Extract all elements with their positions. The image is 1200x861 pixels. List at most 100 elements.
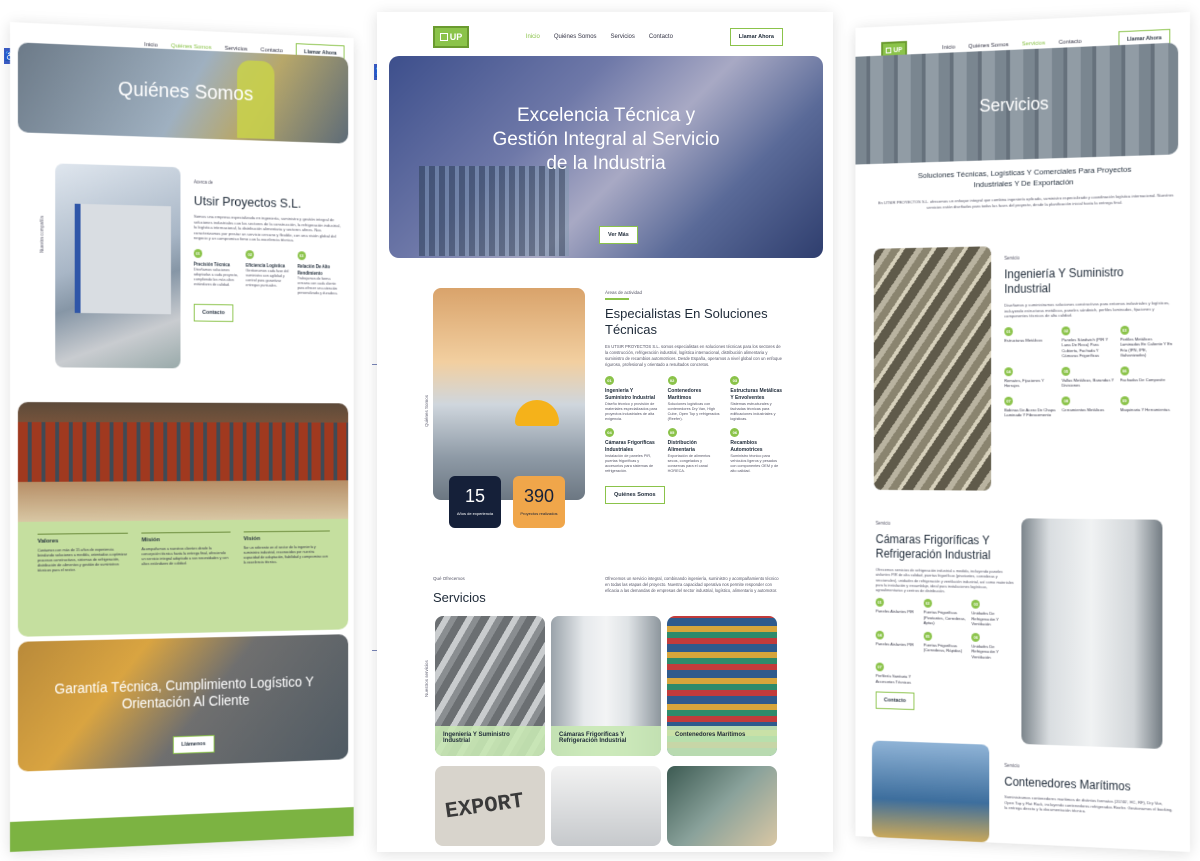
value-text: Ser un referente en el sector de la inge…	[243, 545, 329, 566]
item-label: Puertas Frigoríficas (Pivotantes, Corred…	[923, 610, 967, 627]
service-text: Instalación de paneles PIR, puertas frig…	[605, 454, 658, 474]
service-list-item: 06 Fachadas De Composite	[1120, 366, 1173, 388]
service-list-item: 04 Paneles Aislantes PIR	[876, 631, 919, 659]
service-list-item: 08 Cerramientos Metálicos	[1062, 396, 1114, 418]
item-number: 06	[1120, 366, 1129, 375]
stat-projects: 390 Proyectos realizados	[513, 476, 565, 528]
feature-item: 01 Precisión Técnica Diseñamos soluciones …	[194, 249, 240, 295]
profiles-photo	[874, 246, 991, 490]
item-label: Maquinaria Y Herramientas	[1120, 407, 1173, 413]
service-title: Cámaras Frigoríficas Industriales	[605, 440, 658, 454]
service-list-item: 06 Unidades De Refrigeración Y Ventilació…	[972, 633, 1016, 661]
about-text: Somos una empresa especializada en ingen…	[194, 214, 343, 244]
item-number: 09	[1120, 396, 1129, 405]
hero-title: Quiénes Somos	[18, 74, 348, 110]
specialists-section: Áreas de actividad Especialistas En Solu…	[605, 290, 783, 504]
service-list-item: 01 Estructuras Metálicas	[1004, 326, 1056, 359]
hero-more-button[interactable]: Ver Más	[599, 226, 638, 244]
item-number: 06	[972, 633, 980, 642]
service-card[interactable]	[551, 766, 661, 846]
item-number: 02	[1062, 326, 1071, 335]
call-us-button[interactable]: Llámenos	[173, 735, 214, 754]
logo-icon	[440, 33, 448, 41]
item-label: Unidades De Refrigeración Y Ventilación	[972, 611, 1016, 628]
service-card[interactable]: EXPORT	[435, 766, 545, 846]
vertical-label: Nuestros servicios	[424, 660, 429, 697]
service-card[interactable]: Contenedores Marítimos	[667, 616, 777, 756]
item-label: Estructuras Metálicas	[1004, 337, 1056, 343]
stat-projects-label: Proyectos realizados	[513, 511, 565, 516]
service-items: 01 Paneles Aislantes PIR 02 Puertas Frigorí…	[876, 598, 1016, 688]
nav-quienes[interactable]: Quiénes Somos	[554, 34, 597, 40]
item-number: 03	[972, 600, 980, 609]
item-number: 04	[1004, 367, 1013, 376]
feature-number: 02	[246, 250, 254, 259]
bottom-banner: Garantía Técnica, Cumplimiento Logístico…	[18, 634, 348, 772]
item-number: 07	[1004, 396, 1013, 405]
item-label: Paneles Sándwich (PIR Y Lana De Roca) Pa…	[1062, 336, 1114, 358]
service-item: 02 Contenedores Marítimos Soluciones logís…	[668, 376, 721, 422]
stat-years-label: Años de experiencia	[449, 511, 501, 516]
value-text: Acompañamos a nuestros clientes desde la…	[142, 546, 231, 567]
nav-contacto[interactable]: Contacto	[649, 34, 673, 40]
value-text: Contamos con más de 15 años de experienc…	[38, 548, 129, 574]
hero-banner: Servicios	[855, 43, 1178, 165]
page-inicio: UP Inicio Quiénes Somos Servicios Contac…	[377, 12, 833, 852]
logo[interactable]: UP	[433, 26, 469, 48]
logo-text: UP	[450, 32, 463, 42]
feature-title: Relación De Alto Rendimiento	[297, 262, 342, 276]
service-tag: Servicio	[1004, 252, 1173, 261]
hardhat-icon	[515, 400, 559, 426]
service-text: Ofrecemos servicios de refrigeración ind…	[876, 567, 1016, 595]
page-quienes-somos: Inicio Quiénes Somos Servicios Contacto …	[10, 22, 354, 852]
nav-quienes[interactable]: Quiénes Somos	[968, 42, 1008, 50]
service-item: 03 Estructuras Metálicas Y Envolventes Sis…	[730, 376, 783, 422]
nav-inicio[interactable]: Inicio	[526, 34, 540, 40]
service-card[interactable]: Ingeniería Y Suministro Industrial	[435, 616, 545, 756]
nav-servicios[interactable]: Servicios	[611, 34, 635, 40]
value-column: Valores Contamos con más de 15 años de ex…	[38, 533, 129, 625]
service-list-item: 02 Paneles Sándwich (PIR Y Lana De Roca) …	[1062, 325, 1114, 358]
item-number: 03	[1120, 325, 1129, 334]
hero-banner: Quiénes Somos	[18, 42, 348, 143]
service-card[interactable]: Cámaras Frigoríficas Y Refrigeración Ind…	[551, 616, 661, 756]
feature-text: Trabajamos de forma cercana con cada cli…	[297, 276, 342, 296]
service-title: Recambios Automotrices	[730, 440, 783, 454]
value-title: Misión	[142, 532, 231, 544]
service-text: Suministramos contenedores marítimos de …	[1004, 794, 1173, 818]
service-card[interactable]	[667, 766, 777, 846]
logo-icon	[886, 47, 892, 53]
cranes-photo	[872, 740, 989, 842]
about-section: Acerca de Utsir Proyectos S.L. Somos una…	[194, 179, 343, 322]
value-title: Valores	[38, 533, 129, 545]
nav-contacto[interactable]: Contacto	[1059, 39, 1082, 46]
call-button[interactable]: Llamar Ahora	[730, 28, 783, 46]
nav-servicios[interactable]: Servicios	[1022, 41, 1045, 48]
service-text: Diseño técnico y provisión de materiales…	[605, 402, 658, 422]
feature-number: 01	[194, 249, 203, 258]
service-list-item: 03 Unidades De Refrigeración Y Ventilació…	[972, 600, 1016, 628]
service-title: Contenedores Marítimos	[668, 388, 721, 402]
contact-button[interactable]: Contacto	[876, 692, 915, 711]
service-title: Ingeniería Y Suministro Industrial	[605, 388, 658, 402]
service-list-item: 05 Vallas Metálicas, Barandas Y Divisione…	[1062, 366, 1114, 388]
feature-text: Gestionamos cada fase del suministro con…	[246, 268, 292, 288]
item-label: Paneles Aislantes PIR	[876, 609, 919, 615]
service-list-item: 07 Perfilería Sanitaria Y Accesorios Técn…	[876, 663, 919, 685]
service-card-label: Contenedores Marítimos	[675, 732, 745, 738]
service-text: Suministro técnico para vehículos ligero…	[730, 454, 783, 474]
contact-button[interactable]: Contacto	[194, 303, 233, 321]
item-label: Paneles Aislantes PIR	[876, 641, 919, 647]
bottom-title: Garantía Técnica, Cumplimiento Logístico…	[18, 673, 348, 716]
about-button[interactable]: Quiénes Somos	[605, 486, 665, 504]
nav-inicio[interactable]: Inicio	[942, 45, 955, 51]
service-list-item: 03 Perfiles Metálicos Laminados En Calien…	[1120, 325, 1173, 358]
item-label: Perfiles Metálicos Laminados En Caliente…	[1120, 336, 1173, 358]
service-title: Contenedores Marítimos	[1004, 775, 1173, 796]
stat-years-value: 15	[449, 486, 501, 507]
service-list-item: 09 Maquinaria Y Herramientas	[1120, 396, 1173, 418]
service-number: 05	[668, 428, 677, 437]
about-title: Utsir Proyectos S.L.	[194, 193, 343, 212]
page-servicios: UP Inicio Quiénes Somos Servicios Contac…	[855, 12, 1190, 852]
service-text: Sistemas estructurales y fachadas técnic…	[730, 402, 783, 422]
